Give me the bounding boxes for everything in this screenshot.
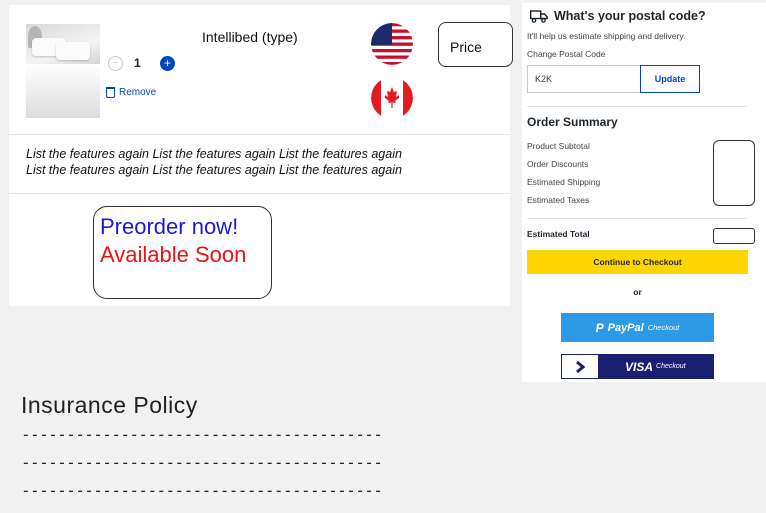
features-line: List the features again List the feature… [26,163,402,177]
visa-checkout-label: Checkout [656,363,686,370]
remove-button[interactable]: Remove [106,87,156,98]
divider [527,218,747,219]
postal-code-input[interactable]: K2K [527,65,640,93]
truck-icon [529,9,548,23]
remove-label: Remove [119,87,157,98]
insurance-policy-title: Insurance Policy [21,392,198,418]
product-subtotal-label: Product Subtotal [527,141,590,151]
visa-brand: VISA [625,359,654,374]
price-box: Price [438,22,513,67]
chevron-right-icon [561,354,599,379]
quantity-value: 1 [134,56,141,70]
cart-item-card: − 1 + Remove Intellibed (type) Price Lis… [9,5,513,306]
paypal-brand: PayPal [607,321,644,334]
estimated-total-label: Estimated Total [527,229,590,239]
insurance-dash-line: ---------------------------------------- [21,425,383,444]
summary-values-box [713,140,755,206]
order-discounts-label: Order Discounts [527,159,589,169]
paypal-logo-icon: P [595,320,604,335]
estimated-shipping-label: Estimated Shipping [527,177,601,187]
update-button[interactable]: Update [640,65,700,93]
insurance-dash-line: ---------------------------------------- [21,481,383,500]
divider [9,193,510,194]
preorder-box[interactable]: Preorder now! Available Soon [93,206,272,299]
product-name[interactable]: Intellibed (type) [202,29,298,45]
availability-label: Available Soon [100,242,247,267]
divider [527,106,747,107]
change-postal-label: Change Postal Code [527,49,606,59]
product-features: List the features again List the feature… [26,146,496,178]
insurance-dash-line: ---------------------------------------- [21,453,383,472]
postal-heading: What's your postal code? [529,9,706,23]
quantity-increase-button[interactable]: + [160,56,175,71]
continue-to-checkout-button[interactable]: Continue to Checkout [527,250,748,274]
paypal-checkout-button[interactable]: P PayPal Checkout [561,313,714,342]
quantity-decrease-button[interactable]: − [108,56,123,71]
estimated-total-value-box [713,228,755,244]
us-flag-icon[interactable] [371,23,413,65]
or-separator: or [633,287,642,297]
canada-flag-icon[interactable] [371,77,413,119]
checkout-panel: What's your postal code? It'll help us e… [522,3,766,382]
order-summary-title: Order Summary [527,115,618,129]
paypal-checkout-label: Checkout [647,323,680,332]
features-line: List the features again List the feature… [26,147,402,161]
visa-checkout-button[interactable]: VISA Checkout [561,354,714,379]
postal-title: What's your postal code? [554,9,706,23]
divider [9,134,510,135]
preorder-label: Preorder now! [100,214,239,239]
estimated-taxes-label: Estimated Taxes [527,195,590,205]
trash-icon [106,87,115,98]
postal-help-text: It'll help us estimate shipping and deli… [527,31,686,41]
product-image[interactable] [26,24,100,118]
